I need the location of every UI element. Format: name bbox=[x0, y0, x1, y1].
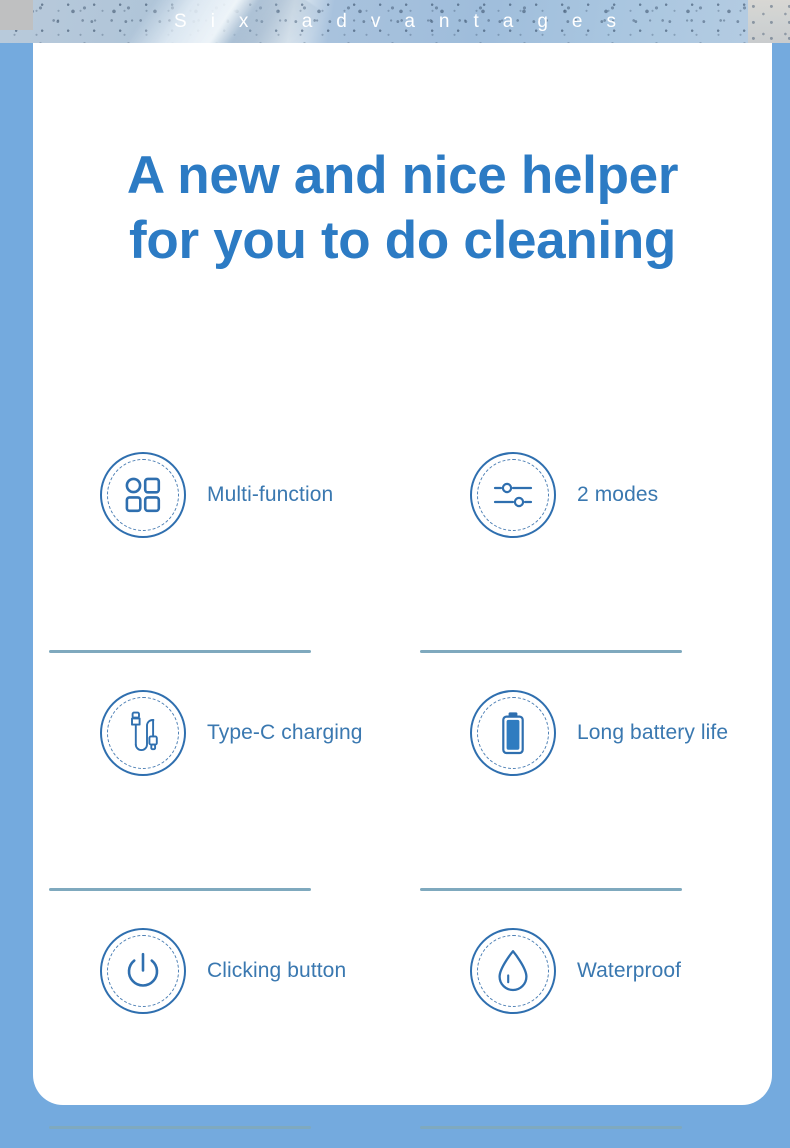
icon-ring bbox=[100, 928, 186, 1014]
headline: A new and nice helper for you to do clea… bbox=[33, 143, 772, 273]
icon-ring bbox=[470, 928, 556, 1014]
icon-ring bbox=[100, 690, 186, 776]
content-card: A new and nice helper for you to do clea… bbox=[33, 43, 772, 1129]
page-header: Six advantages bbox=[0, 0, 790, 43]
usb-cable-icon bbox=[102, 692, 184, 774]
water-drop-icon bbox=[472, 930, 554, 1012]
feature-label: Long battery life bbox=[577, 721, 729, 744]
feature-row: Clicking button Waterproof bbox=[33, 919, 772, 1148]
sliders-icon bbox=[472, 454, 554, 536]
feature-grid: Multi-function 2 modes Type-C charging L… bbox=[33, 443, 772, 1148]
feature-row: Type-C charging Long battery life bbox=[33, 681, 772, 919]
feature-divider bbox=[420, 888, 682, 891]
feature-item-long-battery-life: Long battery life bbox=[402, 681, 771, 919]
feature-divider bbox=[420, 1126, 682, 1129]
feature-divider bbox=[49, 1126, 311, 1129]
power-button-icon bbox=[102, 930, 184, 1012]
feature-label: Clicking button bbox=[207, 959, 347, 982]
feature-item-waterproof: Waterproof bbox=[402, 919, 771, 1148]
headline-line-2: for you to do cleaning bbox=[129, 211, 676, 270]
icon-ring bbox=[470, 452, 556, 538]
feature-divider bbox=[49, 650, 311, 653]
grid-icon bbox=[102, 454, 184, 536]
feature-label: 2 modes bbox=[577, 483, 659, 506]
feature-label: Type-C charging bbox=[207, 721, 363, 744]
feature-item-clicking-button: Clicking button bbox=[33, 919, 402, 1148]
battery-icon bbox=[472, 692, 554, 774]
headline-line-1: A new and nice helper bbox=[126, 146, 679, 205]
feature-row: Multi-function 2 modes bbox=[33, 443, 772, 681]
feature-item-type-c-charging: Type-C charging bbox=[33, 681, 402, 919]
product-feature-page: Six advantages A new and nice helper for… bbox=[0, 0, 790, 1148]
feature-divider bbox=[49, 888, 311, 891]
feature-label: Multi-function bbox=[207, 483, 334, 506]
icon-ring bbox=[100, 452, 186, 538]
feature-item-multi-function: Multi-function bbox=[33, 443, 402, 681]
feature-label: Waterproof bbox=[577, 959, 682, 982]
feature-item-2-modes: 2 modes bbox=[402, 443, 771, 681]
page-title: Six advantages bbox=[174, 11, 640, 32]
icon-ring bbox=[470, 690, 556, 776]
feature-divider bbox=[420, 650, 682, 653]
